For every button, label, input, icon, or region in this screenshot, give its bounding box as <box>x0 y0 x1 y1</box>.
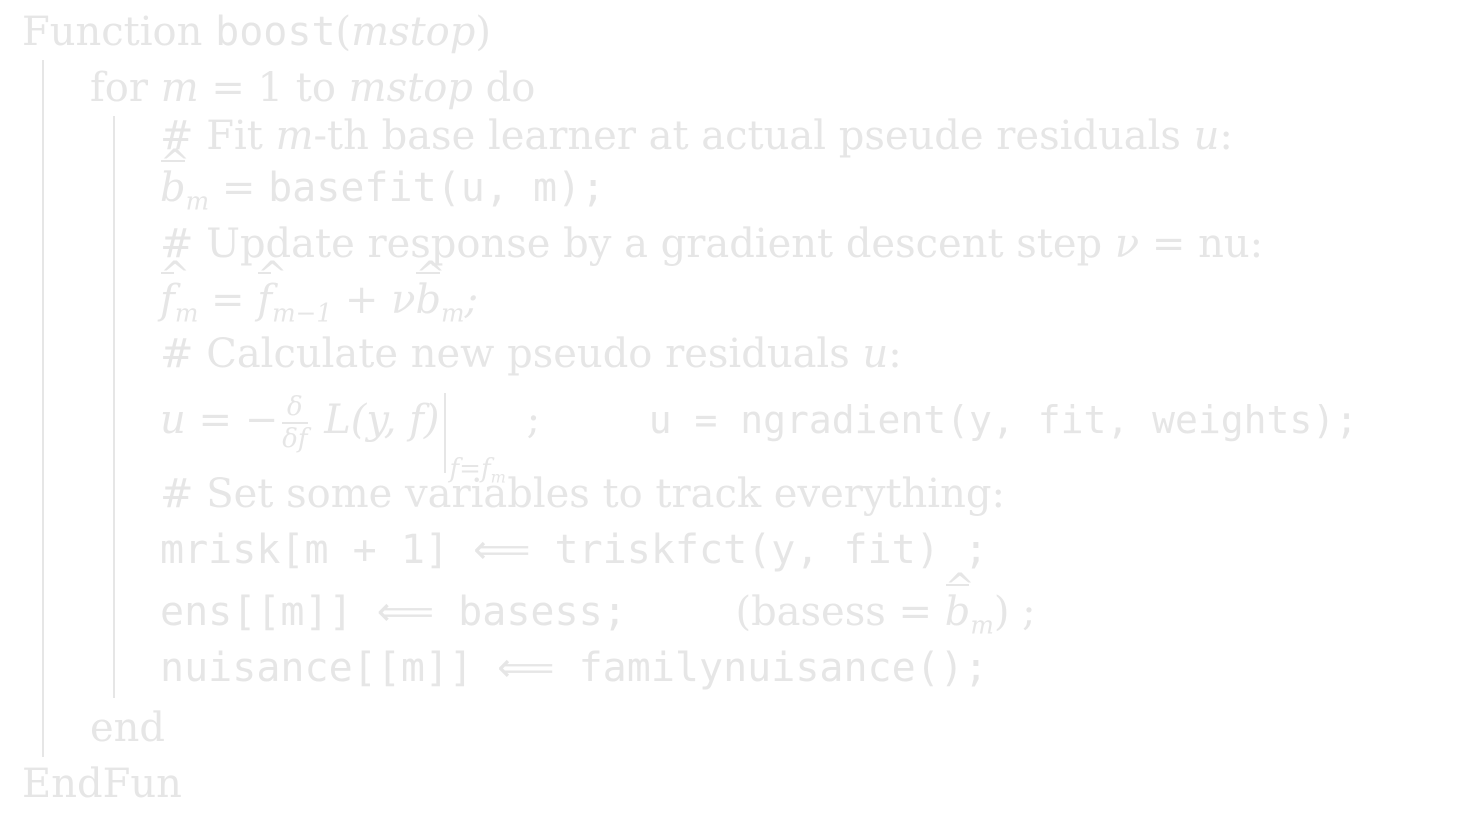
function-end: EndFun <box>22 764 182 804</box>
comment-fit-u: u <box>1193 113 1220 159</box>
fhat-prev-symbol: f <box>257 258 273 323</box>
for-keyword: for <box>90 65 149 111</box>
function-header: Function boost(mstop) <box>22 12 491 52</box>
endfun-keyword: EndFun <box>22 761 182 807</box>
comment-track: # Set some variables to track everything… <box>160 474 1005 514</box>
ngradient-code: u = ngradient(y, fit, weights); <box>648 398 1358 442</box>
end-keyword: end <box>90 705 166 751</box>
u-eq: = − <box>198 397 279 443</box>
function-name: boost <box>215 9 336 55</box>
derivative-fraction: δ δf <box>282 392 308 454</box>
comment-update-nu: ν <box>1114 221 1140 267</box>
comment-calc-colon: : <box>888 331 902 377</box>
fhat-prev-sub: m−1 <box>272 298 333 328</box>
comment-calc-u: u <box>862 331 889 377</box>
update-line: fm = fm−1 + νbm; <box>160 258 479 328</box>
comment-calc-text: # Calculate new pseudo residuals <box>160 331 850 377</box>
fhat-sub: m <box>174 298 199 328</box>
comment-calc: # Calculate new pseudo residuals u: <box>160 334 902 374</box>
fhat-prev-base: f <box>257 277 273 323</box>
basefit-code: basefit(u, m); <box>268 165 606 211</box>
function-keyword: Function <box>22 9 203 55</box>
comment-fit-colon: : <box>1219 113 1233 159</box>
frac-den: δf <box>282 424 308 454</box>
fhat-base: f <box>160 277 175 323</box>
for-end: end <box>90 708 165 748</box>
mrisk-code: mrisk[m + 1] ⟸ triskfct(y, fit) ; <box>160 527 988 573</box>
function-scope-line <box>42 60 44 757</box>
function-param: mstop <box>351 9 476 55</box>
loss-function: L(y, f) <box>324 397 440 443</box>
ens-bhat-base: b <box>944 589 971 635</box>
paren-open: ( <box>335 9 352 55</box>
comment-fit: # Fit m-th base learner at actual pseude… <box>160 116 1233 156</box>
nuisance-code: nuisance[[m]] ⟸ familynuisance(); <box>160 645 988 691</box>
comment-track-text: # Set some variables to track everything… <box>160 471 1005 517</box>
fhat-plus-nu: + ν <box>344 277 416 323</box>
for-start: = 1 <box>211 65 284 111</box>
ens-bhat-symbol: b <box>944 570 971 635</box>
ens-code: ens[[m]] ⟸ basess; <box>160 589 627 635</box>
fhat-b-base: b <box>415 277 442 323</box>
mrisk-line: mrisk[m + 1] ⟸ triskfct(y, fit) ; <box>160 530 988 570</box>
ens-note-open: (basess = <box>735 589 933 635</box>
paren-close: ) <box>475 9 491 55</box>
fhat-symbol: f <box>160 258 175 323</box>
to-keyword: to <box>295 65 336 111</box>
bhat-assign: = <box>221 165 256 211</box>
do-keyword: do <box>485 65 536 111</box>
comment-fit-var: m <box>275 113 314 159</box>
gradient-line: u = − δ δf L(y, f)f=fm ; u = ngradient(y, … <box>160 380 1358 487</box>
for-limit: mstop <box>348 65 473 111</box>
comment-update-text: # Update response by a gradient descent … <box>160 221 1103 267</box>
comment-update: # Update response by a gradient descent … <box>160 224 1263 264</box>
ens-bhat-sub: m <box>970 610 994 640</box>
u-semicolon: ; <box>526 397 541 443</box>
bhat-base: b <box>160 165 186 211</box>
evaluation-bar <box>443 393 446 473</box>
ens-line: ens[[m]] ⟸ basess; (basess = bm) ; <box>160 570 1036 640</box>
u-lhs: u <box>160 397 186 443</box>
fhat-semicolon: ; <box>464 277 479 323</box>
bhat-symbol: b <box>160 146 186 211</box>
ens-note-close: ) ; <box>993 589 1036 635</box>
fhat-b-sub: m <box>441 298 465 328</box>
basefit-line: bm = basefit(u, m); <box>160 146 606 216</box>
frac-num: δ <box>282 392 308 424</box>
comment-update-eq: = nu: <box>1151 221 1264 267</box>
for-scope-line <box>113 116 115 698</box>
for-variable: m <box>160 65 199 111</box>
comment-fit-text: -th base learner at actual pseude residu… <box>313 113 1181 159</box>
fhat-b-symbol: b <box>415 258 442 323</box>
bhat-sub: m <box>185 186 210 216</box>
nuisance-line: nuisance[[m]] ⟸ familynuisance(); <box>160 648 988 688</box>
fhat-eq: = <box>211 277 245 323</box>
for-loop-header: for m = 1 to mstop do <box>90 68 535 108</box>
